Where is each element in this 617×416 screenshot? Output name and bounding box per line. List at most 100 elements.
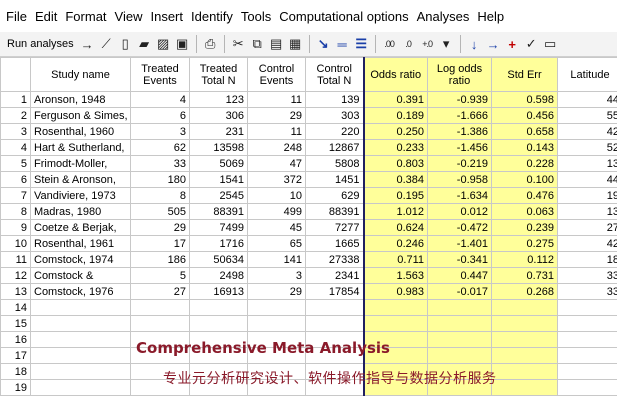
- row-number[interactable]: 17: [0, 347, 31, 364]
- paste-special-icon[interactable]: ▦: [287, 35, 304, 54]
- cell-ce[interactable]: 29: [247, 283, 306, 300]
- cell-te[interactable]: 6: [130, 107, 190, 124]
- menu-insert[interactable]: Insert: [146, 9, 187, 24]
- cell-te[interactable]: 29: [130, 219, 190, 236]
- checkmark-icon[interactable]: ✓: [523, 35, 540, 54]
- cell-te[interactable]: 4: [130, 91, 190, 108]
- cell-se[interactable]: 0.731: [491, 267, 558, 284]
- cell-lor[interactable]: -0.341: [427, 251, 492, 268]
- plus-icon[interactable]: +: [504, 35, 521, 54]
- menu-computational-options[interactable]: Computational options: [275, 9, 412, 24]
- row-number[interactable]: 14: [0, 299, 31, 316]
- arrow-down-icon[interactable]: ↓: [466, 35, 483, 54]
- row-number[interactable]: 9: [0, 219, 31, 236]
- empty-cell[interactable]: [491, 363, 558, 380]
- decrease-decimals-icon[interactable]: .00: [381, 35, 398, 54]
- cell-ce[interactable]: 47: [247, 155, 306, 172]
- cell-se[interactable]: 0.112: [491, 251, 558, 268]
- menu-analyses[interactable]: Analyses: [413, 9, 474, 24]
- empty-cell[interactable]: [30, 379, 131, 396]
- cell-or[interactable]: 0.983: [362, 283, 428, 300]
- cell-te[interactable]: 8: [130, 187, 190, 204]
- empty-cell[interactable]: [427, 331, 492, 348]
- cell-study[interactable]: Rosenthal, 1960: [30, 123, 131, 140]
- paste-icon[interactable]: ▤: [268, 35, 285, 54]
- corner-cell[interactable]: [0, 57, 31, 92]
- cell-lor[interactable]: -1.456: [427, 139, 492, 156]
- empty-cell[interactable]: [305, 299, 364, 316]
- empty-cell[interactable]: [557, 379, 617, 396]
- cell-lor[interactable]: -1.634: [427, 187, 492, 204]
- cell-study[interactable]: Vandiviere, 1973: [30, 187, 131, 204]
- row-number[interactable]: 7: [0, 187, 31, 204]
- empty-cell[interactable]: [557, 315, 617, 332]
- cell-study[interactable]: Aronson, 1948: [30, 91, 131, 108]
- cell-se[interactable]: 0.228: [491, 155, 558, 172]
- empty-cell[interactable]: [189, 315, 248, 332]
- cell-or[interactable]: 0.233: [362, 139, 428, 156]
- cell-ce[interactable]: 29: [247, 107, 306, 124]
- cell-or[interactable]: 0.189: [362, 107, 428, 124]
- cell-lor[interactable]: -0.939: [427, 91, 492, 108]
- cell-tn[interactable]: 5069: [189, 155, 248, 172]
- column-header-odds-ratio[interactable]: Odds ratio: [362, 57, 428, 92]
- cell-tn[interactable]: 306: [189, 107, 248, 124]
- open-folder-icon[interactable]: ▰: [136, 35, 153, 54]
- cell-lat[interactable]: 13: [557, 155, 617, 172]
- increase-decimals-icon[interactable]: .0: [400, 35, 417, 54]
- cell-te[interactable]: 186: [130, 251, 190, 268]
- empty-cell[interactable]: [130, 299, 190, 316]
- empty-cell[interactable]: [30, 299, 131, 316]
- menu-format[interactable]: Format: [61, 9, 110, 24]
- cell-lat[interactable]: 19: [557, 187, 617, 204]
- print-icon[interactable]: ⎙: [202, 35, 219, 54]
- column-header-treated-events[interactable]: Treated Events: [130, 57, 190, 92]
- cell-se[interactable]: 0.275: [491, 235, 558, 252]
- cut-icon[interactable]: ✂: [230, 35, 247, 54]
- empty-cell[interactable]: [491, 347, 558, 364]
- menu-file[interactable]: File: [2, 9, 31, 24]
- cell-ce[interactable]: 248: [247, 139, 306, 156]
- cell-lor[interactable]: 0.447: [427, 267, 492, 284]
- empty-cell[interactable]: [30, 347, 131, 364]
- cell-study[interactable]: Rosenthal, 1961: [30, 235, 131, 252]
- empty-cell[interactable]: [130, 315, 190, 332]
- empty-cell[interactable]: [30, 315, 131, 332]
- cell-cn[interactable]: 220: [305, 123, 364, 140]
- menu-edit[interactable]: Edit: [31, 9, 61, 24]
- cell-tn[interactable]: 2498: [189, 267, 248, 284]
- cell-cn[interactable]: 139: [305, 91, 364, 108]
- row-number[interactable]: 6: [0, 171, 31, 188]
- row-number[interactable]: 18: [0, 363, 31, 380]
- row-number[interactable]: 4: [0, 139, 31, 156]
- empty-cell[interactable]: [491, 379, 558, 396]
- cell-lor[interactable]: -0.219: [427, 155, 492, 172]
- cell-lat[interactable]: 52: [557, 139, 617, 156]
- cell-study[interactable]: Comstock &: [30, 267, 131, 284]
- cell-lor[interactable]: -0.472: [427, 219, 492, 236]
- cell-cn[interactable]: 5808: [305, 155, 364, 172]
- cell-lat[interactable]: 55: [557, 107, 617, 124]
- empty-cell[interactable]: [491, 315, 558, 332]
- row-number[interactable]: 11: [0, 251, 31, 268]
- menu-tools[interactable]: Tools: [237, 9, 275, 24]
- row-number[interactable]: 19: [0, 379, 31, 396]
- empty-cell[interactable]: [247, 299, 306, 316]
- empty-cell[interactable]: [557, 347, 617, 364]
- cell-se[interactable]: 0.143: [491, 139, 558, 156]
- empty-cell[interactable]: [557, 363, 617, 380]
- cell-te[interactable]: 3: [130, 123, 190, 140]
- empty-cell[interactable]: [305, 315, 364, 332]
- row-number[interactable]: 16: [0, 331, 31, 348]
- cell-tn[interactable]: 231: [189, 123, 248, 140]
- dropdown-icon[interactable]: ▾: [438, 35, 455, 54]
- cell-cn[interactable]: 17854: [305, 283, 364, 300]
- filter-icon[interactable]: ▭: [542, 35, 559, 54]
- menu-help[interactable]: Help: [473, 9, 508, 24]
- cell-lat[interactable]: 13: [557, 203, 617, 220]
- indent-icon[interactable]: ↘: [315, 35, 332, 54]
- cell-tn[interactable]: 50634: [189, 251, 248, 268]
- cell-cn[interactable]: 1451: [305, 171, 364, 188]
- cell-tn[interactable]: 1541: [189, 171, 248, 188]
- cell-tn[interactable]: 123: [189, 91, 248, 108]
